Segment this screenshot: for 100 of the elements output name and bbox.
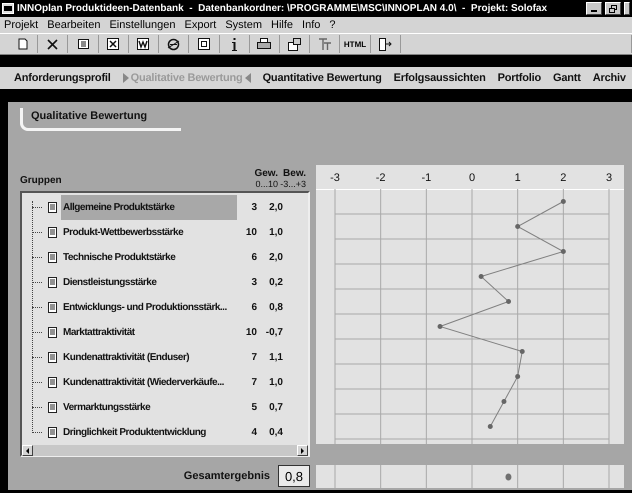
document-icon [48, 302, 57, 313]
x-tick-label: -1 [421, 172, 432, 184]
document-icon [48, 377, 57, 388]
x-tick-label: -2 [376, 172, 386, 184]
column-range: 0...10 [255, 179, 278, 189]
list-icon [78, 39, 89, 49]
minimize-button[interactable] [586, 2, 602, 15]
right-triangle-icon [122, 73, 129, 83]
tab[interactable]: Archiv [586, 72, 632, 84]
weight-value: 7 [250, 377, 257, 388]
group-name[interactable]: Kundenattraktivität (Enduser) [61, 345, 237, 370]
group-name[interactable]: Marktattraktivität [61, 320, 237, 345]
point [478, 274, 484, 279]
tab[interactable]: Portfolio [492, 72, 548, 84]
rating-value: 0,2 [268, 277, 283, 288]
rating-chart: -3 -2 -1 0 1 2 3 [316, 165, 624, 444]
document-icon [48, 252, 57, 263]
rating-value: 1,0 [268, 377, 283, 388]
scroll-right-button[interactable] [297, 445, 308, 456]
column-header: Gruppen [20, 174, 63, 186]
weight-value: 6 [250, 302, 257, 313]
point [560, 249, 566, 254]
tab[interactable]: Anforderungsprofil [8, 72, 117, 84]
x-tick-label: -3 [330, 172, 340, 184]
point [515, 374, 520, 379]
menu-item[interactable]: Einstellungen [109, 19, 176, 31]
font-icon [318, 38, 332, 50]
html-button[interactable]: HTML [340, 35, 371, 53]
window-icon [198, 38, 210, 50]
menu-item[interactable]: Info [302, 19, 320, 31]
rating-value: 2,0 [268, 202, 283, 213]
restore-icon [609, 4, 617, 12]
document-icon [48, 227, 57, 238]
rating-value: -0,7 [264, 327, 283, 338]
weight-value: 4 [250, 427, 257, 438]
rating-value: 0,8 [268, 302, 283, 313]
group-name[interactable]: Kundenattraktivität (Wiederverkäufe... [61, 370, 237, 395]
weight-value: 3 [250, 202, 257, 213]
point [506, 299, 512, 304]
document-w-icon [137, 38, 150, 50]
document-icon [48, 402, 57, 413]
group-name[interactable]: Produkt-Wettbewerbsstärke [61, 220, 237, 245]
x-tick-label: 1 [514, 172, 521, 184]
point [438, 324, 443, 329]
window-title: INNOplan Produktideen-Datenbank - Datenbankordner: \PROGRAMME\MSC\INNOPLAN 4.0\ - Projekt: Solofax [17, 3, 548, 14]
group-name[interactable]: Allgemeine Produktstärke [61, 195, 237, 220]
total-label: Gesamtergebnis [184, 470, 270, 482]
rating-value: 2,0 [268, 252, 283, 263]
column-header: Gew. [254, 169, 278, 179]
document-icon [48, 277, 57, 288]
exit-door-icon [378, 38, 392, 50]
group-name[interactable]: Dienstleistungsstärke [61, 270, 237, 295]
rating-value: 1,1 [268, 352, 283, 363]
weight-value: 6 [250, 252, 257, 263]
group-name[interactable]: Dringlichkeit Produktentwicklung [61, 420, 237, 445]
x-tick-label: 3 [606, 172, 612, 184]
point [488, 424, 493, 429]
left-arrow-icon [26, 448, 29, 454]
left-triangle-icon [244, 73, 251, 83]
x-tick-label: 0 [468, 172, 476, 184]
menu-item[interactable]: ? [329, 19, 336, 31]
group-name[interactable]: Entwicklungs- und Produktionsstärk... [61, 295, 237, 320]
weight-value: 3 [250, 277, 257, 288]
point [515, 224, 520, 229]
weight-value: 7 [250, 352, 257, 363]
menu-item[interactable]: Export [184, 19, 216, 31]
x-tick-label: 2 [560, 172, 566, 184]
rating-value: 1,0 [268, 227, 283, 238]
right-arrow-icon [301, 448, 304, 454]
total-value: 0,8 [278, 465, 310, 487]
group-name[interactable]: Vermarktungsstärke [61, 395, 237, 420]
printer-icon [257, 38, 272, 50]
spreadsheet-icon [107, 38, 120, 50]
rating-value: 0,7 [268, 402, 283, 413]
weight-value: 10 [244, 227, 257, 238]
rating-value: 0,4 [268, 427, 283, 438]
menu-item[interactable]: Bearbeiten [47, 19, 100, 31]
column-range: -3...+3 [280, 179, 306, 189]
close-button[interactable] [624, 2, 630, 15]
close-icon [47, 38, 58, 50]
section-title: Qualitative Bewertung [20, 108, 181, 131]
info-icon [232, 38, 237, 50]
tab[interactable]: Quantitative Bewertung [256, 72, 388, 84]
menu-item[interactable]: System [225, 19, 262, 31]
globe-e-icon [167, 38, 180, 50]
document-icon [48, 202, 57, 213]
document-icon [48, 327, 57, 338]
restore-button[interactable] [605, 2, 621, 15]
tab[interactable]: Erfolgsaussichten [388, 72, 492, 84]
new-document-icon [18, 38, 28, 50]
weight-value: 5 [250, 402, 257, 413]
scroll-left-button[interactable] [22, 445, 33, 456]
weight-value: 10 [244, 327, 257, 338]
tab[interactable]: Gantt [547, 72, 587, 84]
menu-item[interactable]: Projekt [4, 19, 38, 31]
document-icon [48, 352, 57, 363]
group-name[interactable]: Technische Produktstärke [61, 245, 237, 270]
point [560, 199, 566, 204]
menu-item[interactable]: Hilfe [271, 19, 294, 31]
column-header: Bew. [283, 169, 306, 179]
